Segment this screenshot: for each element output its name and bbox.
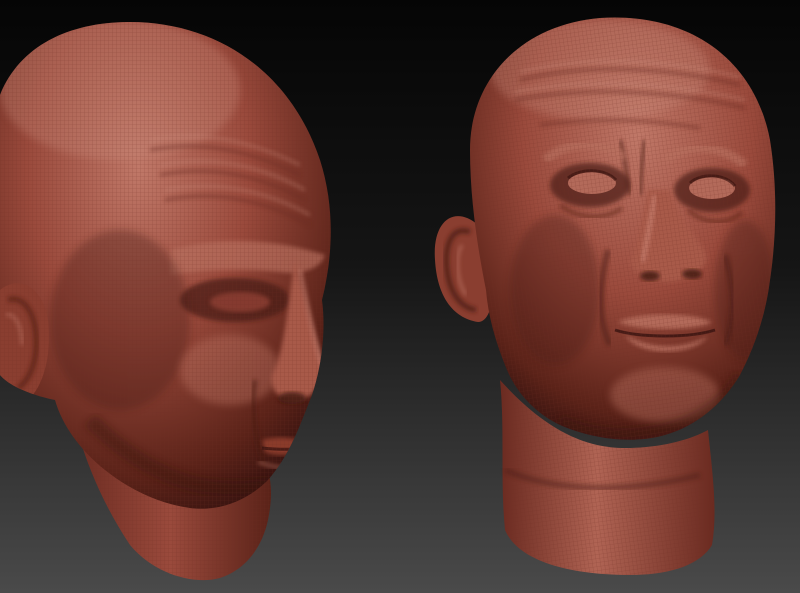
sculpt-viewport[interactable] xyxy=(0,0,800,593)
sculpt-canvas[interactable] xyxy=(0,0,800,593)
